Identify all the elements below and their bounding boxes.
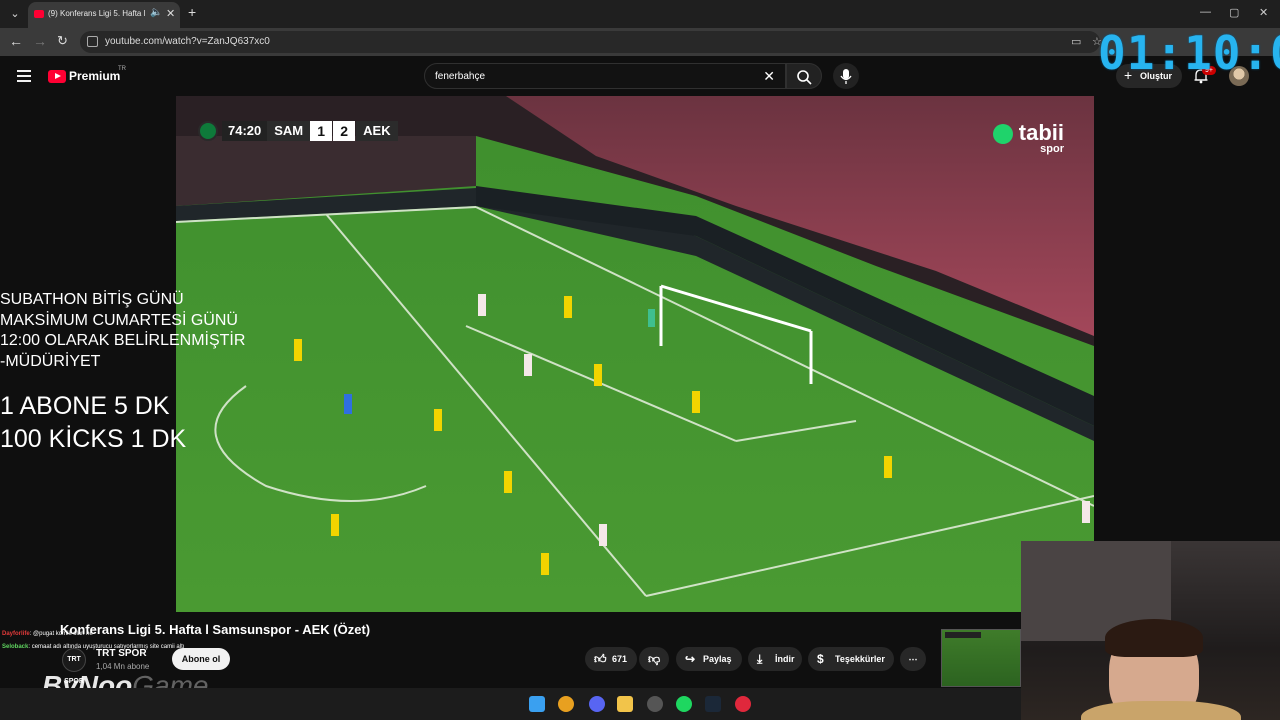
- subscribe-button[interactable]: Abone ol: [172, 648, 230, 670]
- browser-tab-bar: ⌄ (9) Konferans Ligi 5. Hafta l 🔈 ✕ + — …: [0, 0, 1280, 28]
- tabii-logo-icon: [992, 124, 1013, 144]
- address-bar[interactable]: youtube.com/watch?v=ZanJQ637xc0: [80, 31, 1100, 53]
- taskbar: [0, 688, 1021, 720]
- broadcaster-logo: tabii spor: [992, 120, 1064, 155]
- menu-icon[interactable]: [17, 70, 31, 85]
- next-video-thumbnail[interactable]: [941, 629, 1021, 687]
- like-count: 671: [612, 654, 628, 664]
- voice-search-button[interactable]: [833, 63, 859, 89]
- overlay-note: -MÜDÜRİYET: [0, 352, 101, 370]
- site-info-icon[interactable]: [87, 36, 98, 47]
- download-button[interactable]: ⤓ İndir: [748, 647, 802, 671]
- overlay-rate: 1 ABONE 5 DK: [0, 392, 170, 420]
- chrome-icon[interactable]: [558, 696, 574, 712]
- share-button[interactable]: ↪ Paylaş: [676, 647, 742, 671]
- minimize-icon[interactable]: —: [1200, 6, 1211, 18]
- audio-icon[interactable]: 🔈: [150, 7, 162, 18]
- home-score: 1: [310, 121, 333, 141]
- like-button[interactable]: 👍︎ 671: [585, 647, 637, 671]
- away-team: AEK: [356, 121, 398, 141]
- webcam-feed: [1021, 541, 1280, 720]
- steam-icon[interactable]: [705, 696, 721, 712]
- share-icon: ↪: [685, 652, 696, 666]
- more-icon: ⋯: [908, 654, 918, 664]
- cast-icon[interactable]: ▭: [1071, 35, 1081, 48]
- overlay-note: 12:00 OLARAK BELİRLENMİŞTİR: [0, 332, 246, 349]
- clear-search-icon[interactable]: ✕: [763, 68, 775, 85]
- opera-icon[interactable]: [735, 696, 751, 712]
- start-menu-icon[interactable]: [529, 696, 545, 712]
- share-label: Paylaş: [703, 654, 732, 664]
- search-button[interactable]: [786, 63, 822, 89]
- stream-chat: Dayforlife: @pugat komik olan ne Selobac…: [2, 628, 184, 654]
- competition-logo-icon: [198, 121, 218, 141]
- close-window-icon[interactable]: ✕: [1259, 6, 1268, 19]
- obs-icon[interactable]: [647, 696, 663, 712]
- football-pitch-frame: [176, 96, 1094, 612]
- scoreboard: 74:20 SAM 1 2 AEK: [198, 120, 398, 142]
- youtube-favicon-icon: [34, 10, 44, 18]
- microphone-icon: [840, 69, 852, 84]
- overlay-note: SUBATHON BİTİŞ GÜNÜ: [0, 291, 184, 308]
- thanks-icon: $: [817, 652, 824, 666]
- address-toolbar: ← → ↻ youtube.com/watch?v=ZanJQ637xc0 ▭ …: [0, 28, 1280, 56]
- url-text[interactable]: youtube.com/watch?v=ZanJQ637xc0: [105, 36, 270, 47]
- channel-avatar[interactable]: TRT SPOR: [62, 648, 86, 685]
- chat-text: : @pugat komik olan ne: [29, 631, 93, 637]
- dislike-button[interactable]: 👎︎: [639, 647, 669, 671]
- new-tab-button[interactable]: +: [188, 4, 196, 20]
- match-time: 74:20: [222, 121, 268, 141]
- thanks-button[interactable]: $ Teşekkürler: [808, 647, 894, 671]
- discord-icon[interactable]: [589, 696, 605, 712]
- download-label: İndir: [775, 654, 795, 664]
- overlay-rate: 100 KİCKS 1 DK: [0, 425, 187, 453]
- thumbs-up-icon: 👍︎: [594, 652, 607, 666]
- video-player[interactable]: 74:20 SAM 1 2 AEK tabii spor: [176, 96, 1094, 612]
- stream-timer: 01:10:02: [1098, 26, 1280, 80]
- region-label: TR: [118, 66, 126, 72]
- chat-user: Seloback: [2, 644, 29, 650]
- file-explorer-icon[interactable]: [617, 696, 633, 712]
- back-icon[interactable]: ←: [9, 33, 23, 49]
- thanks-label: Teşekkürler: [835, 654, 885, 664]
- spotify-icon[interactable]: [676, 696, 692, 712]
- stream-overlay-notes: SUBATHON BİTİŞ GÜNÜ MAKSİMUM CUMARTESİ G…: [0, 290, 300, 456]
- youtube-logo-icon[interactable]: [48, 70, 66, 83]
- channel-name[interactable]: TRT SPOR: [96, 648, 147, 659]
- maximize-icon[interactable]: ▢: [1229, 6, 1239, 19]
- search-input[interactable]: fenerbahçe ✕: [424, 63, 786, 89]
- youtube-header: Premium TR fenerbahçe ✕ + Oluştur 9+: [0, 56, 1280, 96]
- search-icon: [797, 70, 812, 85]
- download-icon: ⤓: [757, 652, 763, 666]
- tab-title: (9) Konferans Ligi 5. Hafta l: [48, 9, 146, 18]
- more-actions-button[interactable]: ⋯: [900, 647, 926, 671]
- premium-label[interactable]: Premium: [69, 69, 120, 83]
- tab-search-icon[interactable]: ⌄: [6, 5, 24, 23]
- home-team: SAM: [267, 121, 311, 141]
- reload-icon[interactable]: ↻: [57, 33, 68, 49]
- forward-icon[interactable]: →: [33, 33, 47, 49]
- browser-tab[interactable]: (9) Konferans Ligi 5. Hafta l 🔈 ✕: [28, 2, 180, 28]
- chat-message: Seloback: cemaat adı altında uyuşturucu …: [2, 641, 184, 654]
- close-tab-icon[interactable]: ✕: [166, 7, 175, 20]
- thumbnail-scoreboard: [945, 632, 981, 638]
- thumbs-down-icon: 👎︎: [648, 652, 661, 666]
- overlay-note: MAKSİMUM CUMARTESİ GÜNÜ: [0, 311, 238, 329]
- away-score: 2: [333, 121, 356, 141]
- chat-message: Dayforlife: @pugat komik olan ne: [2, 628, 184, 641]
- search-query[interactable]: fenerbahçe: [435, 71, 485, 82]
- chat-user: Dayforlife: [2, 631, 30, 637]
